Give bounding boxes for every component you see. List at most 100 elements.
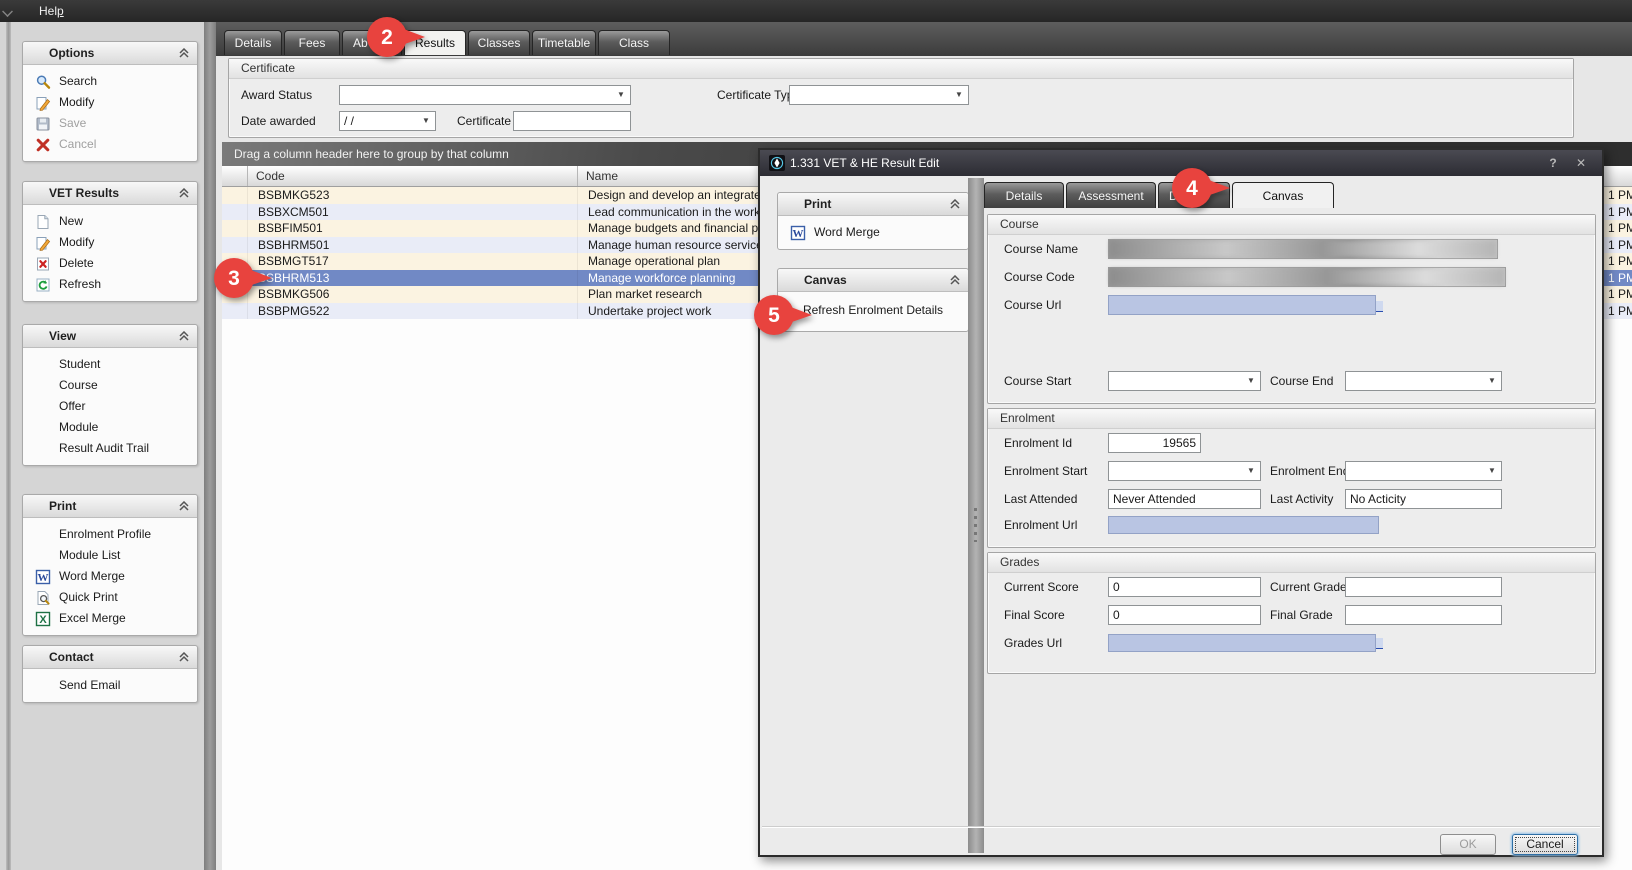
dialog-footer-separator [762,826,1600,828]
sidebar-item-new[interactable]: New [23,211,197,232]
dialog-splitter[interactable] [968,178,984,853]
dropdown-arrow-icon: ▼ [1244,372,1258,390]
dialog-tab-canvas[interactable]: Canvas [1232,182,1334,208]
panel-view-header[interactable]: View [23,325,197,348]
date-awarded-label: Date awarded [241,111,316,131]
save-icon [35,116,51,132]
sidebar-item-save[interactable]: Save [23,113,197,134]
dialog-tab-details[interactable]: Details [984,182,1064,208]
ok-button[interactable]: OK [1440,834,1496,855]
panel-print-header[interactable]: Print [23,495,197,518]
collapse-icon[interactable] [179,501,189,511]
tab-class-details[interactable]: Class Details [598,30,670,55]
sidebar-item-quick-print[interactable]: Quick Print [23,587,197,608]
collapse-icon[interactable] [179,188,189,198]
left-edge-strip [6,22,11,870]
final-score-input[interactable]: 0 [1108,605,1261,625]
dialog-close-button[interactable]: ✕ [1572,155,1590,171]
svg-text:4: 4 [1186,177,1198,200]
course-end-select[interactable]: ▼ [1345,371,1502,391]
course-name-input[interactable] [1108,239,1498,259]
grid-header-time[interactable] [1604,166,1632,186]
splitter-grip [974,508,977,542]
sidebar-item-excel-merge[interactable]: Excel Merge [23,608,197,629]
sidebar-item-result-audit-trail[interactable]: Result Audit Trail [23,438,197,459]
sidebar-item-student[interactable]: Student [23,354,197,375]
tab-fees[interactable]: Fees [284,30,340,55]
course-code-input[interactable] [1108,267,1506,287]
sidebar-item-delete[interactable]: Delete [23,253,197,274]
new-icon [35,214,51,230]
svg-text:2: 2 [381,26,393,49]
last-attended-label: Last Attended [1004,489,1077,509]
dropdown-arrow-icon: ▼ [419,112,433,130]
sidebar-item-enrolment-profile[interactable]: Enrolment Profile [23,524,197,545]
sidebar-item-cancel[interactable]: Cancel [23,134,197,155]
tab-timetable[interactable]: Timetable [532,30,596,55]
sidebar-item-search[interactable]: Search [23,71,197,92]
panel-contact-header[interactable]: Contact [23,646,197,669]
sidebar-item-offer[interactable]: Offer [23,396,197,417]
link-fragment[interactable] [1376,638,1383,649]
certificate-no-input[interactable] [513,111,631,131]
sidebar-item-course[interactable]: Course [23,375,197,396]
current-grade-input[interactable] [1345,577,1502,597]
grades-url-input[interactable] [1108,634,1376,652]
sidebar-item-module-list[interactable]: Module List [23,545,197,566]
final-grade-input[interactable] [1345,605,1502,625]
dialog-help-button[interactable]: ? [1544,155,1562,171]
collapse-icon[interactable] [179,48,189,58]
award-status-select[interactable]: ▼ [339,85,631,105]
current-score-label: Current Score [1004,577,1079,597]
course-name-label: Course Name [1004,239,1078,259]
word-icon [35,569,51,585]
certificate-type-select[interactable]: ▼ [789,85,969,105]
last-attended-input[interactable]: Never Attended [1108,489,1261,509]
last-activity-label: Last Activity [1270,489,1333,509]
dropdown-arrow-icon: ▼ [1485,372,1499,390]
final-score-label: Final Score [1004,605,1065,625]
panel-print: Print Enrolment Profile Module List Word… [22,494,198,636]
dropdown-arrow-icon: ▼ [614,86,628,104]
dialog-tab-assessment[interactable]: Assessment [1066,182,1156,208]
sidebar-item-module[interactable]: Module [23,417,197,438]
collapse-icon[interactable] [950,275,960,285]
panel-contact: Contact Send Email [22,645,198,703]
enrolment-end-select[interactable]: ▼ [1345,461,1502,481]
dialog-item-word-merge[interactable]: Word Merge [778,222,968,243]
enrolment-url-input[interactable] [1108,516,1379,534]
sidebar-item-word-merge[interactable]: Word Merge [23,566,197,587]
collapse-icon[interactable] [179,652,189,662]
sidebar-item-modify-result[interactable]: Modify [23,232,197,253]
last-activity-input[interactable]: No Acticity [1345,489,1502,509]
link-fragment[interactable] [1376,301,1383,312]
menu-help[interactable]: Help [33,3,70,19]
course-url-input[interactable] [1108,295,1376,315]
excel-icon [35,611,51,627]
tab-details[interactable]: Details [224,30,282,55]
sidebar-item-modify[interactable]: Modify [23,92,197,113]
dialog-title: 1.331 VET & HE Result Edit [790,150,939,176]
course-start-select[interactable]: ▼ [1108,371,1261,391]
cancel-button[interactable]: Cancel [1512,834,1578,855]
tab-classes[interactable]: Classes [468,30,530,55]
panel-vet-results-header[interactable]: VET Results [23,182,197,205]
current-score-input[interactable]: 0 [1108,577,1261,597]
dialog-vet-he-result-edit: 1.331 VET & HE Result Edit ? ✕ Details A… [758,148,1604,857]
enrolment-start-select[interactable]: ▼ [1108,461,1261,481]
enrolment-url-label: Enrolment Url [1004,515,1077,535]
enrolment-id-input[interactable]: 19565 [1108,433,1201,453]
award-status-label: Award Status [241,85,312,105]
sidebar-item-refresh[interactable]: Refresh [23,274,197,295]
certificate-group-title: Certificate [229,59,1573,79]
grid-header-code[interactable]: Code [248,166,578,186]
sidebar-splitter[interactable] [204,22,216,870]
date-awarded-select[interactable]: / /▼ [339,111,436,131]
collapse-icon[interactable] [950,199,960,209]
panel-options-header[interactable]: Options [23,42,197,65]
sidebar-item-send-email[interactable]: Send Email [23,675,197,696]
course-groupbox: Course Course Name Course Code Course Ur… [987,214,1596,404]
dialog-panel-print-header[interactable]: Print [778,193,968,216]
collapse-icon[interactable] [179,331,189,341]
dialog-panel-canvas-header[interactable]: Canvas [778,269,968,292]
